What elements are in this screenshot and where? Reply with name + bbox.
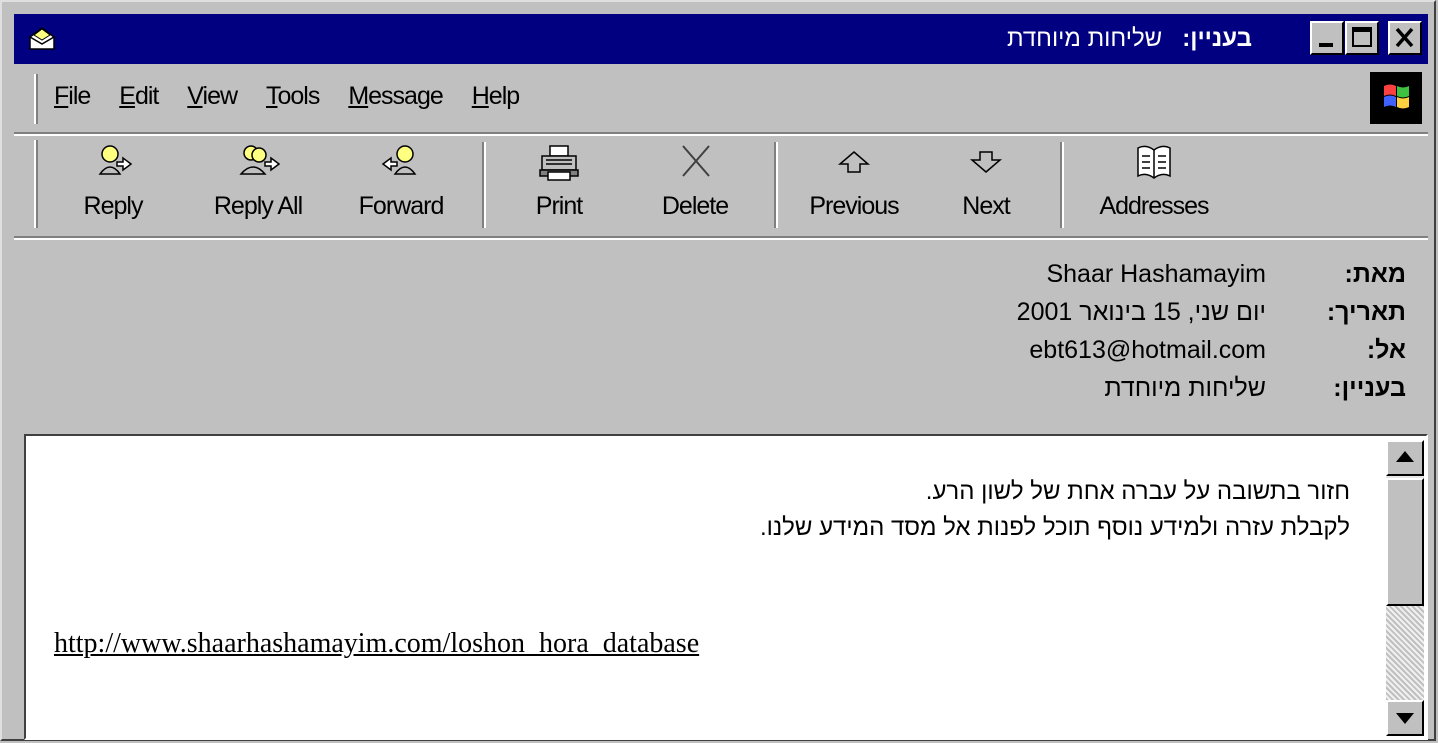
maximize-button[interactable] — [1345, 21, 1379, 55]
reply-label: Reply — [83, 192, 144, 220]
to-label: אל: — [1366, 336, 1406, 364]
reply-button[interactable]: Reply — [68, 136, 158, 234]
minimize-icon — [1319, 43, 1333, 47]
title-subject-label: בעניין: — [1182, 25, 1252, 52]
from-label: מאת: — [1344, 260, 1406, 288]
reply-icon — [98, 145, 133, 175]
forward-label: Forward — [358, 192, 445, 220]
delete-icon — [682, 145, 710, 177]
scroll-thumb[interactable] — [1386, 478, 1424, 606]
subject-value: שליחות מיוחדת — [1104, 374, 1266, 402]
addresses-label: Addresses — [1099, 192, 1209, 220]
scroll-up-button[interactable] — [1386, 440, 1424, 476]
menu-bar: File Edit View Tools Message Help — [14, 66, 1428, 132]
next-button[interactable]: Next — [946, 136, 1026, 234]
forward-button[interactable]: Forward — [348, 136, 454, 234]
down-arrow-icon — [969, 151, 1003, 173]
windows-flag-icon — [1370, 72, 1422, 124]
from-value: Shaar Hashamayim — [1046, 260, 1266, 288]
date-label: תאריך: — [1326, 298, 1406, 326]
reply-all-icon — [239, 145, 280, 175]
menu-items: File Edit View Tools Message Help — [54, 82, 541, 111]
toolbar-separator-2 — [774, 142, 778, 228]
next-label: Next — [962, 192, 1010, 220]
message-line-1: חזור בתשובה על עברה אחת של לשון הרע. — [925, 478, 1350, 505]
message-headers: מאת: Shaar Hashamayim תאריך: יום שני, 15… — [14, 242, 1428, 422]
toolbar-separator-3 — [1060, 142, 1064, 228]
menu-grip[interactable] — [34, 74, 38, 124]
title-bar[interactable]: בעניין: שליחות מיוחדת — [14, 14, 1428, 64]
toolbar-grip[interactable] — [34, 140, 38, 228]
addresses-button[interactable]: Addresses — [1084, 136, 1224, 234]
reply-all-button[interactable]: Reply All — [198, 136, 318, 234]
message-body[interactable]: חזור בתשובה על עברה אחת של לשון הרע. לקב… — [24, 434, 1428, 740]
close-button[interactable] — [1388, 21, 1422, 55]
scroll-down-button[interactable] — [1386, 700, 1424, 736]
menu-edit[interactable]: Edit — [119, 82, 159, 111]
subject-label: בעניין: — [1333, 374, 1406, 402]
email-window: בעניין: שליחות מיוחדת File Edit View Too… — [0, 0, 1436, 741]
forward-icon — [381, 145, 417, 175]
header-date: תאריך: יום שני, 15 בינואר 2001 — [706, 294, 1406, 330]
menu-tools[interactable]: Tools — [266, 82, 320, 111]
message-line-2: לקבלת עזרה ולמידע נוסף תוכל לפנות אל מסד… — [759, 514, 1350, 541]
menu-message[interactable]: Message — [348, 82, 443, 111]
vertical-scrollbar[interactable] — [1386, 440, 1424, 736]
print-button[interactable]: Print — [514, 136, 604, 234]
minimize-button[interactable] — [1310, 21, 1344, 55]
date-value: יום שני, 15 בינואר 2001 — [1016, 298, 1266, 326]
previous-label: Previous — [809, 192, 899, 220]
header-from: מאת: Shaar Hashamayim — [706, 256, 1406, 292]
to-value: ebt613@hotmail.com — [1029, 336, 1266, 364]
envelope-icon — [29, 27, 55, 50]
up-arrow-icon — [837, 151, 871, 173]
print-label: Print — [535, 192, 583, 220]
title-subject-value: שליחות מיוחדת — [1006, 25, 1163, 52]
menu-view[interactable]: View — [187, 82, 238, 111]
close-icon — [1395, 27, 1414, 48]
scroll-track[interactable] — [1386, 606, 1424, 700]
scroll-down-icon — [1396, 713, 1414, 724]
delete-button[interactable]: Delete — [650, 136, 740, 234]
menu-file[interactable]: File — [54, 82, 91, 111]
toolbar: Reply Reply All Forward Print Delete Pre… — [14, 136, 1428, 234]
toolbar-separator-1 — [482, 142, 486, 228]
window-title: בעניין: שליחות מיוחדת — [1007, 14, 1252, 64]
menu-help[interactable]: Help — [472, 82, 520, 111]
header-subject: בעניין: שליחות מיוחדת — [706, 370, 1406, 406]
scroll-up-icon — [1396, 451, 1414, 462]
delete-label: Delete — [661, 192, 729, 220]
address-book-icon — [1137, 145, 1171, 179]
toolbar-header-divider — [14, 236, 1428, 240]
header-to: אל: ebt613@hotmail.com — [706, 332, 1406, 368]
windows-logo — [1370, 72, 1422, 124]
printer-icon — [539, 145, 579, 181]
database-link[interactable]: http://www.shaarhashamayim.com/loshon_ho… — [54, 628, 699, 660]
reply-all-label: Reply All — [213, 192, 303, 220]
maximize-icon — [1352, 27, 1372, 47]
previous-button[interactable]: Previous — [794, 136, 914, 234]
